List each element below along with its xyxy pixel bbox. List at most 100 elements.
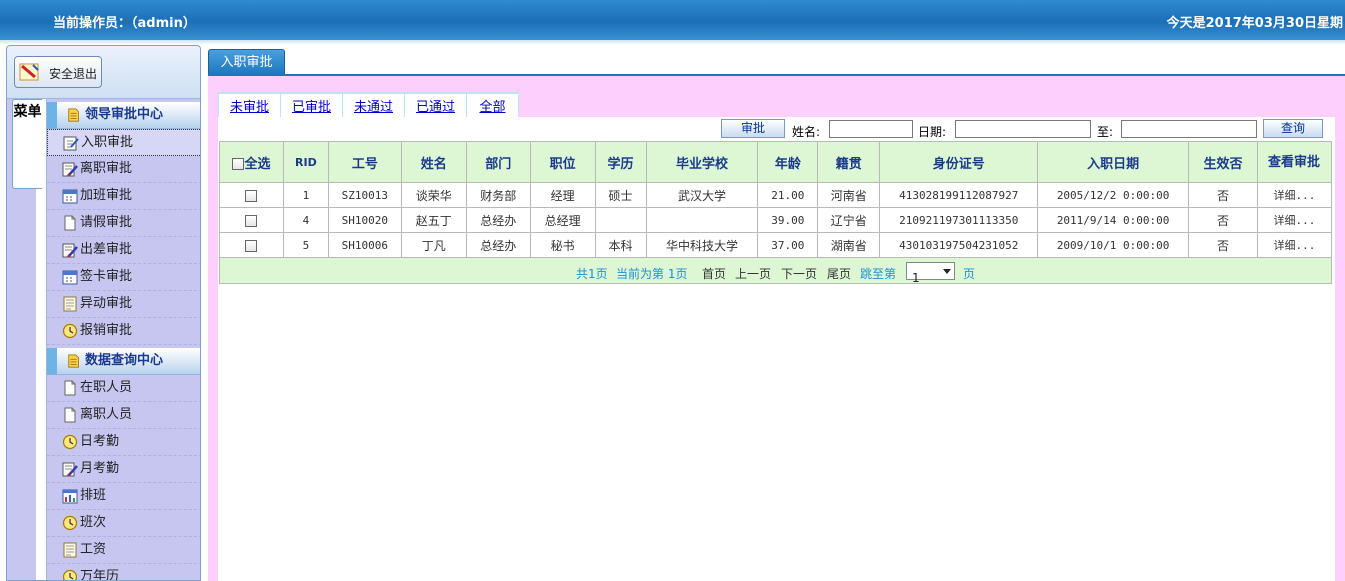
table-cell: 37.00 [757,232,819,258]
sidebar-item-label: 离职人员 [80,407,133,422]
sidebar-item[interactable]: 请假审批 [47,210,200,237]
approval-table: 全选 RID 工号 姓名 部门 职位 学历 毕业学校 年龄 籍贯 身份证号 入职… [219,141,1333,258]
sidebar-item-label: 签卡审批 [80,269,133,284]
table-cell: 否 [1188,207,1258,233]
column-header: 查看审批 [1256,141,1333,183]
edit-icon [63,136,79,151]
page-icon [64,407,76,423]
table-cell: 413028199112087927 [879,182,1039,208]
column-header: 职位 [529,141,596,183]
top-banner: 当前操作员：（admin） 今天是2017年03月30日星期 [0,0,1345,40]
pager-prev[interactable]: 上一页 [735,265,771,282]
sidebar-item-label: 班次 [80,515,107,530]
sidebar-item[interactable]: 工资 [47,537,200,564]
clock-icon [62,569,78,580]
table-cell: SH10020 [327,207,402,233]
sidebar-item[interactable]: 异动审批 [47,291,200,318]
sidebar-item[interactable]: 出差审批 [47,237,200,264]
date-text: 今天是2017年03月30日星期 [1166,16,1343,31]
sidebar-item-label: 月考勤 [80,461,120,476]
sidebar-item-label: 异动审批 [80,296,133,311]
sidebar-item[interactable]: 万年历 [47,564,200,580]
table-cell: 21.00 [757,182,819,208]
column-header: 身份证号 [879,141,1039,183]
menu-group-header[interactable]: 数据查询中心 [47,348,200,375]
column-header: 入职日期 [1037,141,1190,183]
pager-current: 当前为第 1页 [616,267,688,281]
sidebar-item-label: 报销审批 [80,323,133,338]
table-row: 1 SZ10013 谈荣华 财务部 经理 硕士 武汉大学 21.00 河南省 4130281991… [219,182,1333,208]
menu-tab[interactable]: 菜单 [12,99,42,189]
sidebar-item[interactable]: 在职人员 [47,375,200,402]
row-checkbox[interactable] [245,239,258,252]
table-cell: 2005/12/2 0:00:00 [1037,182,1190,208]
to-label: 至: [1097,125,1114,139]
page-select-value: 1 [912,271,920,285]
table-cell: 2011/9/14 0:00:00 [1037,207,1190,233]
subtab-approved[interactable]: 已审批 [280,92,343,118]
row-checkbox[interactable] [245,214,258,227]
sidebar-item[interactable]: 离职人员 [47,402,200,429]
clock-icon [62,434,78,450]
chart-icon [62,489,78,504]
column-header: 年龄 [757,141,819,183]
select-all-header[interactable]: 全选 [219,141,284,183]
name-input[interactable] [829,120,913,138]
sidebar-item[interactable]: 离职审批 [47,156,200,183]
subtab-all[interactable]: 全部 [466,92,519,118]
sidebar-item[interactable]: 日考勤 [47,429,200,456]
pager-last[interactable]: 尾页 [827,265,851,282]
sidebar-item[interactable]: 加班审批 [47,183,200,210]
table-cell: 本科 [594,232,647,258]
sidebar-item-label: 在职人员 [80,380,133,395]
sidebar-item[interactable]: 排班 [47,483,200,510]
page-select[interactable]: 1 [906,262,955,285]
sidebar-item[interactable]: 入职审批 [47,129,200,156]
approve-button[interactable]: 审批 [721,119,785,138]
row-checkbox[interactable] [245,189,258,202]
pager-next[interactable]: 下一页 [781,265,817,282]
table-cell [594,207,647,233]
column-header: 籍贯 [817,141,881,183]
menu-group-title: 领导审批中心 [85,107,164,122]
edit-pen-icon [62,243,78,258]
date-to-input[interactable] [1121,120,1257,138]
table-cell: 赵五丁 [400,207,467,233]
approval-panel: 审批 姓名: 日期: 至: 查询 全选 RID 工号 姓名 部门 职位 学历 毕… [218,117,1335,581]
menu-group-header[interactable]: 领导审批中心 [47,102,200,129]
subtab-passed[interactable]: 已通过 [404,92,467,118]
sidebar-item-label: 出差审批 [80,242,133,257]
sidebar-item[interactable]: 签卡审批 [47,264,200,291]
sidebar-item-label: 排班 [80,488,107,503]
column-header: 部门 [465,141,531,183]
query-button[interactable]: 查询 [1263,119,1323,138]
pager-first[interactable]: 首页 [702,265,726,282]
table-cell: 430103197504231052 [879,232,1039,258]
sidebar-item-label: 加班审批 [80,188,133,203]
tab-onboarding-approval[interactable]: 入职审批 [208,49,285,75]
header-doc-icon [68,108,79,122]
menu-list: 领导审批中心入职审批离职审批加班审批请假审批出差审批签卡审批异动审批报销审批数据… [47,99,200,580]
subtab-rejected[interactable]: 未通过 [342,92,405,118]
sidebar-item[interactable]: 月考勤 [47,456,200,483]
sidebar-item[interactable]: 班次 [47,510,200,537]
page-icon [64,380,76,396]
sidebar-item-label: 日考勤 [80,434,120,449]
table-cell: 河南省 [817,182,881,208]
detail-link[interactable]: 详细... [1256,207,1333,233]
subtab-unapproved[interactable]: 未审批 [218,92,281,118]
detail-link[interactable]: 详细... [1256,232,1333,258]
table-cell: 丁凡 [400,232,467,258]
detail-link[interactable]: 详细... [1256,182,1333,208]
logout-button[interactable]: 安全退出 [14,56,102,88]
pager-total: 共1页 [576,267,608,281]
sidebar-item-label: 离职审批 [80,161,133,176]
pager-suffix: 页 [963,267,976,281]
logout-area: 安全退出 [7,46,200,99]
sidebar-item[interactable]: 报销审批 [47,318,200,345]
table-row: 4 SH10020 赵五丁 总经办 总经理 39.00 辽宁省 210921197301113… [219,207,1333,233]
note-icon [63,296,77,312]
column-header: 毕业学校 [645,141,759,183]
select-all-checkbox[interactable] [232,158,245,170]
date-from-input[interactable] [955,120,1091,138]
